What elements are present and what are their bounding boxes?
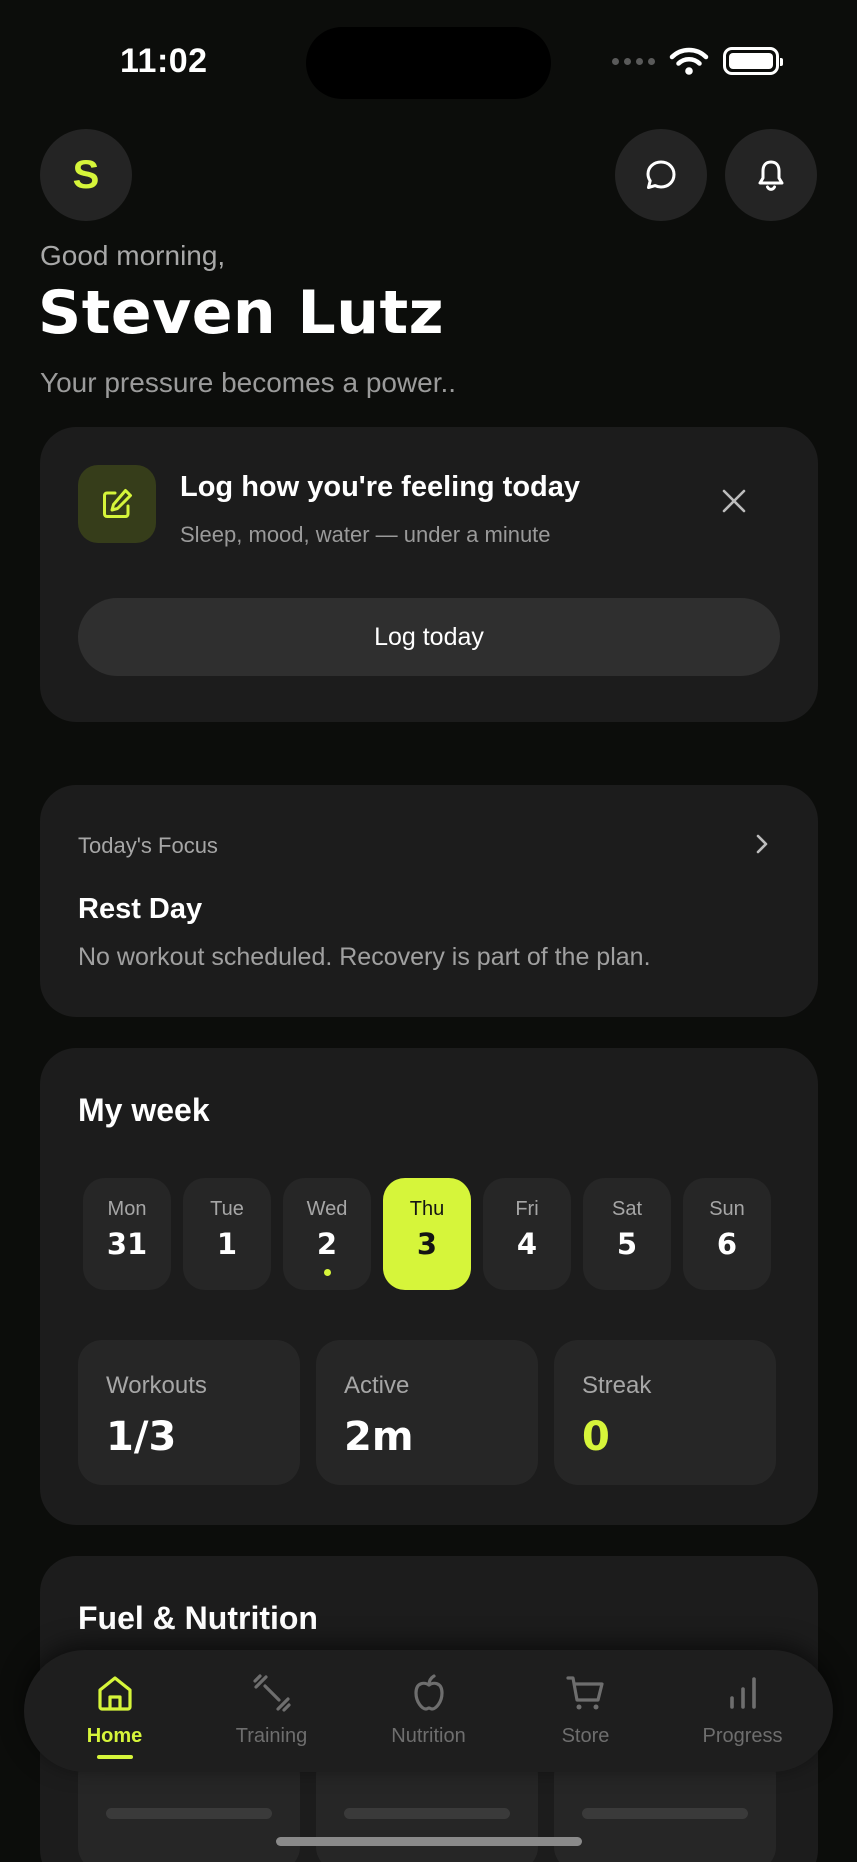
chat-bubble-icon	[646, 160, 676, 189]
day-sun[interactable]: Sun 6	[683, 1178, 771, 1290]
day-tue[interactable]: Tue 1	[183, 1178, 271, 1290]
notifications-button[interactable]	[725, 129, 817, 221]
week-day-selector: Mon 31 Tue 1 Wed 2 Thu 3 Fri 4 Sat 5 Sun…	[83, 1178, 771, 1290]
status-icons	[612, 46, 783, 76]
todays-focus-card[interactable]: Today's Focus Rest Day No workout schedu…	[40, 785, 818, 1017]
tab-training[interactable]: Training	[197, 1659, 347, 1763]
day-name: Wed	[306, 1198, 348, 1220]
tab-label: Training	[235, 1725, 308, 1747]
stat-streak: Streak 0	[554, 1340, 776, 1485]
home-icon	[93, 1671, 137, 1715]
day-name: Fri	[515, 1198, 539, 1220]
log-feeling-card: Log how you're feeling today Sleep, mood…	[40, 427, 818, 722]
dumbbell-icon	[250, 1671, 294, 1715]
stat-value: 0	[582, 1414, 610, 1460]
fuel-title: Fuel & Nutrition	[78, 1600, 318, 1636]
day-number: 4	[516, 1227, 538, 1261]
chevron-right-icon	[756, 834, 768, 854]
stat-workouts: Workouts 1/3	[78, 1340, 300, 1485]
day-sat[interactable]: Sat 5	[583, 1178, 671, 1290]
progress-bar	[582, 1808, 748, 1819]
log-card-title: Log how you're feeling today	[180, 471, 581, 503]
tab-label: Nutrition	[391, 1725, 466, 1747]
day-name: Mon	[107, 1198, 147, 1220]
bar-chart-icon	[721, 1671, 765, 1715]
edit-note-icon	[103, 489, 132, 518]
avatar-initial: S	[72, 152, 100, 197]
day-number: 5	[616, 1227, 638, 1261]
wifi-icon	[669, 47, 709, 75]
battery-icon	[723, 47, 783, 75]
stat-value: 2m	[344, 1414, 414, 1460]
tab-label: Progress	[702, 1725, 783, 1747]
progress-bar	[344, 1808, 510, 1819]
chat-button[interactable]	[615, 129, 707, 221]
cart-icon	[564, 1671, 608, 1715]
my-week-card: My week Mon 31 Tue 1 Wed 2 Thu 3 Fri 4 S…	[40, 1048, 818, 1525]
day-wed[interactable]: Wed 2	[283, 1178, 371, 1290]
avatar[interactable]: S	[40, 129, 132, 221]
day-mon[interactable]: Mon 31	[83, 1178, 171, 1290]
focus-description: No workout scheduled. Recovery is part o…	[78, 943, 651, 971]
dynamic-island	[306, 27, 551, 99]
user-name: Steven Lutz	[38, 278, 445, 348]
log-today-button[interactable]: Log today	[78, 598, 780, 676]
day-name: Thu	[409, 1198, 445, 1220]
focus-open-button[interactable]	[747, 829, 777, 859]
day-fri[interactable]: Fri 4	[483, 1178, 571, 1290]
active-tab-indicator	[96, 1755, 133, 1759]
stat-active: Active 2m	[316, 1340, 538, 1485]
day-name: Sat	[611, 1198, 643, 1220]
tab-nutrition[interactable]: Nutrition	[354, 1659, 504, 1763]
log-icon-tile	[78, 465, 156, 543]
home-indicator[interactable]	[276, 1837, 582, 1846]
day-number: 3	[416, 1227, 438, 1261]
close-icon	[722, 489, 746, 513]
status-time: 11:02	[120, 42, 208, 80]
week-stats: Workouts 1/3 Active 2m Streak 0	[78, 1340, 776, 1485]
bell-icon	[758, 160, 784, 191]
tab-store[interactable]: Store	[511, 1659, 661, 1763]
bottom-tab-bar: Home Training Nutrition Store Progress	[24, 1650, 833, 1772]
tab-label: Home	[86, 1725, 143, 1747]
day-name: Sun	[709, 1198, 745, 1220]
activity-dot	[323, 1269, 331, 1276]
dismiss-log-card-button[interactable]	[710, 477, 758, 525]
status-bar: 11:02	[0, 0, 857, 110]
day-number: 31	[106, 1227, 148, 1261]
focus-title: Rest Day	[78, 893, 203, 925]
week-title: My week	[78, 1092, 210, 1128]
stat-label: Active	[344, 1372, 410, 1399]
stat-value: 1/3	[106, 1414, 177, 1460]
day-number: 6	[716, 1227, 738, 1261]
day-number: 1	[216, 1227, 238, 1261]
tab-label: Store	[561, 1725, 610, 1747]
day-name: Tue	[210, 1198, 244, 1220]
tagline: Your pressure becomes a power..	[40, 367, 457, 398]
greeting: Good morning,	[40, 240, 226, 271]
stat-label: Streak	[582, 1372, 652, 1399]
tab-home[interactable]: Home	[40, 1659, 190, 1763]
day-number: 2	[316, 1227, 338, 1261]
day-thu-selected[interactable]: Thu 3	[383, 1178, 471, 1290]
log-card-subtitle: Sleep, mood, water — under a minute	[180, 522, 551, 547]
progress-bar	[106, 1808, 272, 1819]
cellular-signal-icon	[612, 57, 655, 65]
apple-icon	[407, 1671, 451, 1715]
stat-label: Workouts	[106, 1372, 207, 1399]
tab-progress[interactable]: Progress	[668, 1659, 818, 1763]
focus-label: Today's Focus	[78, 833, 218, 858]
